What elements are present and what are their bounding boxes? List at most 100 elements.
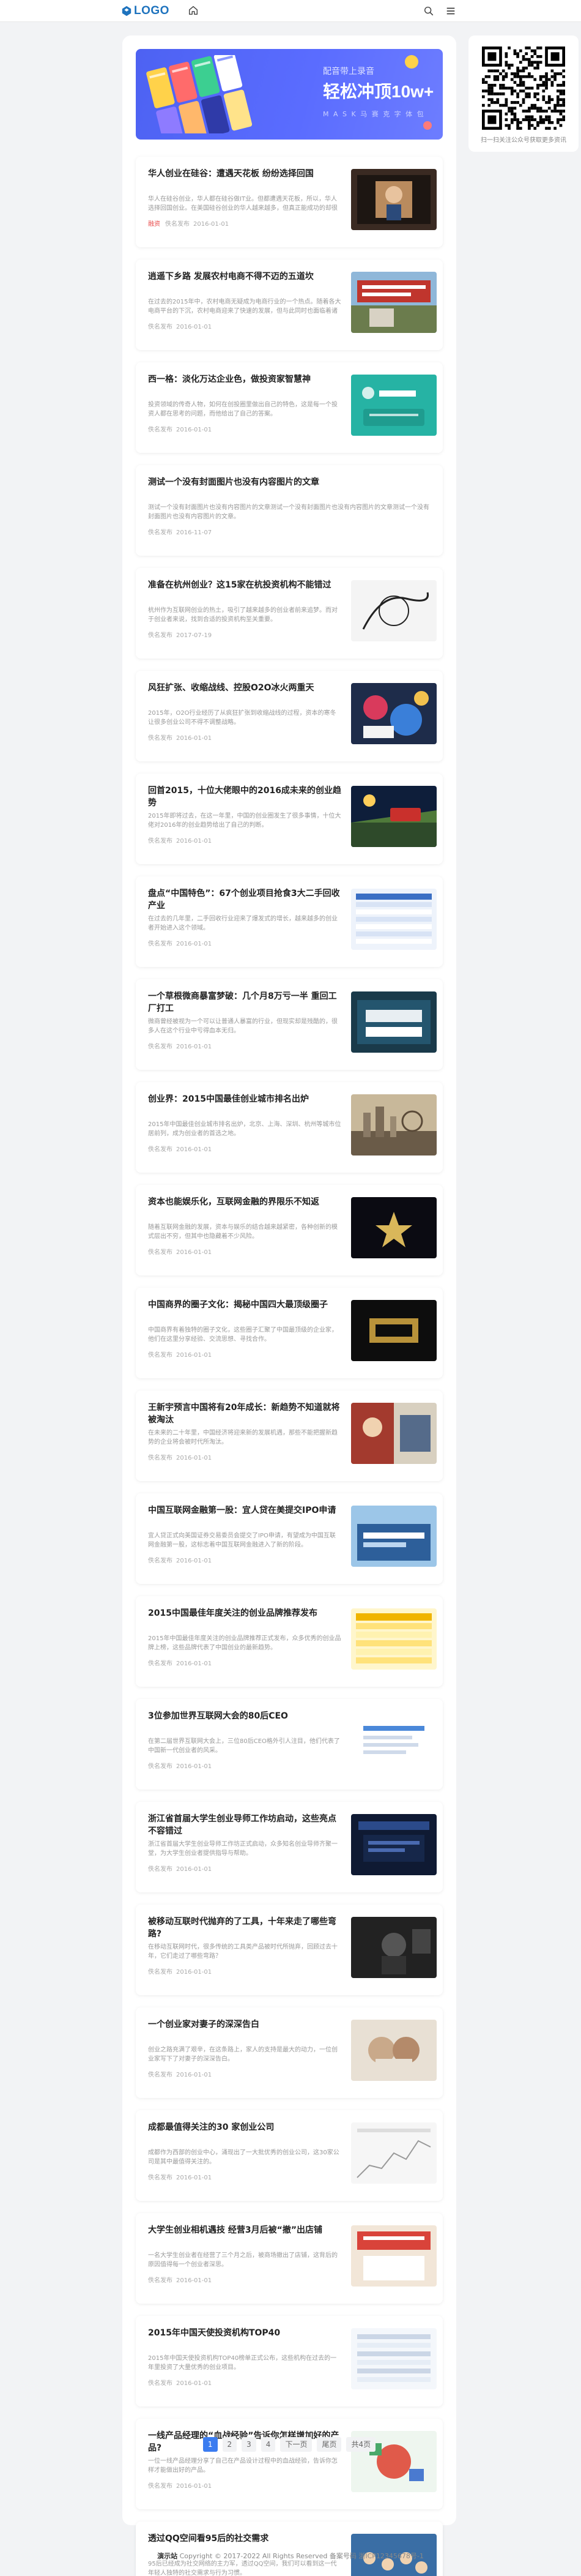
post-title[interactable]: 透过QQ空间看95后的社交需求 [148, 2533, 341, 2545]
post-category[interactable]: 融资 [148, 221, 160, 228]
post-thumbnail[interactable] [351, 1197, 437, 1258]
post-card[interactable]: 华人创业在硅谷：遭遇天花板 纷纷选择回国华人在硅谷创业，华人都在硅谷做IT业。但… [136, 157, 443, 247]
post-excerpt: 一位一线产品经理分享了自己在产品设计过程中的血战经验，告诉你怎样才能做出好的产品… [148, 2458, 338, 2474]
post-thumbnail[interactable] [351, 786, 437, 847]
post-excerpt: 杭州作为互联网创业的热土，吸引了越来越多的创业者前来追梦。而对于创业者来说，找到… [148, 607, 338, 623]
post-card[interactable]: 创业界：2015中国最佳创业城市排名出炉 2015年中国最佳创业城市排名出炉，北京… [136, 1082, 443, 1173]
footer-brand[interactable]: 演示站 [157, 2552, 177, 2560]
post-meta: 佚名发布 2016-01-01 [148, 1249, 341, 1257]
page-link[interactable]: 1 [202, 2437, 218, 2452]
post-card[interactable]: 一个创业家对妻子的深深告白 创业之路充满了艰辛，在这条路上，家人的支持是最大的动力… [136, 2007, 443, 2098]
post-title[interactable]: 3位参加世界互联网大会的80后CEO [148, 1710, 341, 1722]
post-card[interactable]: 王新宇预言中国将有20年成长：新趋势不知道就将被淘汰 在未来的二十年里，中国经济将… [136, 1391, 443, 1481]
page-link[interactable]: 共4页 [346, 2437, 376, 2452]
post-thumbnail[interactable] [351, 2020, 437, 2081]
post-date: 2016-01-01 [176, 735, 212, 742]
post-title[interactable]: 王新宇预言中国将有20年成长：新趋势不知道就将被淘汰 [148, 1402, 341, 1426]
post-title[interactable]: 回首2015，十位大佬眼中的2016成未来的创业趋势 [148, 785, 341, 809]
post-thumbnail[interactable] [351, 2225, 437, 2287]
qr-code-image [482, 47, 565, 130]
page-link[interactable]: 3 [242, 2437, 256, 2452]
post-date: 2016-01-01 [176, 1866, 212, 1873]
post-meta: 佚名发布 2016-01-01 [148, 2071, 341, 2080]
post-card[interactable]: 西一格：淡化万达企业色，做投资家智慧神 投资领域的传奇人物，如何在创投圈里做出自己… [136, 362, 443, 453]
post-card[interactable]: 3位参加世界互联网大会的80后CEO 在第二届世界互联网大会上，三位80后CEO格… [136, 1699, 443, 1790]
post-title[interactable]: 创业界：2015中国最佳创业城市排名出炉 [148, 1093, 341, 1105]
post-thumbnail[interactable] [351, 2122, 437, 2184]
post-date: 2016-01-01 [176, 2175, 212, 2181]
home-icon[interactable] [188, 5, 199, 16]
qr-widget: 扫一扫关注公众号获取更多资讯 [468, 35, 579, 152]
post-title[interactable]: 被移动互联时代抛弃的了工具，十年来走了哪些弯路? [148, 1916, 341, 1940]
post-title[interactable]: 准备在杭州创业？这15家在杭投资机构不能错过 [148, 579, 341, 591]
post-card[interactable]: 中国互联网金融第一股：宜人贷在美提交IPO申请 宜人贷正式向美国证券交易委员会提交… [136, 1493, 443, 1584]
post-author: 佚名发布 [148, 1558, 172, 1564]
post-card[interactable]: 准备在杭州创业？这15家在杭投资机构不能错过杭州作为互联网创业的热土，吸引了越来… [136, 568, 443, 659]
post-card[interactable]: 大学生创业相机遇技 经营3月后被“撤”出店铺 一名大学生创业者在经营了三个月之后，… [136, 2213, 443, 2304]
post-thumbnail[interactable] [351, 1814, 437, 1875]
post-meta: 佚名发布 2016-01-01 [148, 940, 341, 949]
post-title[interactable]: 资本也能娱乐化，互联网金融的界限乐不知返 [148, 1196, 341, 1208]
post-card[interactable]: 一线产品经理的“血战经验”告诉你怎样增加好的产品? 一位一线产品经理分享了自己在产… [136, 2419, 443, 2509]
post-meta: 佚名发布 2016-01-01 [148, 323, 341, 332]
post-card[interactable]: 透过QQ空间看95后的社交需求 95后已经成为社交网络的主力军，透过QQ空间，我们… [136, 2522, 443, 2576]
post-thumbnail[interactable] [351, 1917, 437, 1978]
post-card[interactable]: 资本也能娱乐化，互联网金融的界限乐不知返 随着互联网金融的发展，资本与娱乐的结合越… [136, 1185, 443, 1275]
post-title[interactable]: 风狂扩张、收缩战线、控股O2O冰火两重天 [148, 682, 341, 694]
post-author: 佚名发布 [148, 1352, 172, 1359]
page-link[interactable]: 下一页 [280, 2437, 313, 2452]
logo[interactable]: LOGO [121, 4, 169, 17]
post-thumbnail[interactable] [351, 1094, 437, 1155]
post-thumbnail[interactable] [351, 272, 437, 333]
page-link[interactable]: 4 [261, 2437, 276, 2452]
post-card[interactable]: 被移动互联时代抛弃的了工具，十年来走了哪些弯路? 在移动互联网时代，很多传统的工具… [136, 1905, 443, 1995]
post-card[interactable]: 回首2015，十位大佬眼中的2016成未来的创业趋势 2015年即将过去，在这一年… [136, 774, 443, 864]
post-title[interactable]: 2015年中国天使投资机构TOP40 [148, 2327, 341, 2339]
post-card[interactable]: 盘点“中国特色”：67个创业项目抢食3大二手回收产业 在过去的几年里，二手回收行业… [136, 876, 443, 967]
post-thumbnail[interactable] [351, 683, 437, 744]
search-icon[interactable] [423, 6, 434, 17]
post-card[interactable]: 2015中国最佳年度关注的创业品牌推荐发布 2015年中国最佳年度关注的创业品牌推… [136, 1596, 443, 1687]
post-title[interactable]: 浙江省首届大学生创业导师工作坊启动，这些亮点不容错过 [148, 1813, 341, 1837]
post-title[interactable]: 逍遥下乡路 发展农村电商不得不迈的五道坎 [148, 271, 341, 283]
post-title[interactable]: 西一格：淡化万达企业色，做投资家智慧神 [148, 373, 341, 386]
post-excerpt: 华人在硅谷创业，华人都在硅谷做IT业。但都遭遇天花板，所以，华人选择回国创业。在… [148, 196, 338, 212]
post-title[interactable]: 一个创业家对妻子的深深告白 [148, 2018, 341, 2031]
post-card[interactable]: 2015年中国天使投资机构TOP40 2015年中国天使投资机构TOP40榜单正式… [136, 2316, 443, 2406]
post-thumbnail[interactable] [351, 1403, 437, 1464]
post-card[interactable]: 测试一个没有封面图片也没有内容图片的文章 测试一个没有封面图片也没有内容图片的文章… [136, 465, 443, 556]
page-link[interactable]: 尾页 [317, 2437, 342, 2452]
post-thumbnail[interactable] [351, 991, 437, 1053]
post-thumbnail[interactable] [351, 889, 437, 950]
post-title[interactable]: 盘点“中国特色”：67个创业项目抢食3大二手回收产业 [148, 887, 341, 912]
post-thumbnail[interactable] [351, 580, 437, 641]
post-title[interactable]: 大学生创业相机遇技 经营3月后被“撤”出店铺 [148, 2224, 341, 2236]
post-excerpt: 创业之路充满了艰辛，在这条路上，家人的支持是最大的动力，一位创业家写下了对妻子的… [148, 2047, 338, 2063]
post-thumbnail[interactable] [351, 1506, 437, 1567]
post-thumbnail[interactable] [351, 1608, 437, 1670]
page-link[interactable]: 2 [222, 2437, 237, 2452]
post-card[interactable]: 中国商界的圈子文化：揭秘中国四大最顶级圈子 中国商界有着独特的圈子文化，这些圈子汇… [136, 1288, 443, 1378]
post-thumbnail[interactable] [351, 2328, 437, 2389]
post-title[interactable]: 中国商界的圈子文化：揭秘中国四大最顶级圈子 [148, 1299, 341, 1311]
post-title[interactable]: 2015中国最佳年度关注的创业品牌推荐发布 [148, 1607, 341, 1619]
main-content: 配音带上录音 轻松冲顶10w+ M A S K 马 赛 克 字 体 包 华人创业… [122, 35, 456, 2576]
post-date: 2016-01-01 [176, 1249, 212, 1256]
post-thumbnail[interactable] [351, 169, 437, 230]
post-card[interactable]: 风狂扩张、收缩战线、控股O2O冰火两重天 2015年，O2O行业经历了从疯狂扩张到… [136, 671, 443, 761]
post-card[interactable]: 成都最值得关注的30 家创业公司 成都作为西部的创业中心，涌现出了一大批优秀的创业… [136, 2110, 443, 2201]
post-thumbnail[interactable] [351, 1300, 437, 1361]
post-thumbnail[interactable] [351, 1711, 437, 1772]
post-title[interactable]: 测试一个没有封面图片也没有内容图片的文章 [148, 476, 431, 488]
post-title[interactable]: 成都最值得关注的30 家创业公司 [148, 2121, 341, 2134]
banner[interactable]: 配音带上录音 轻松冲顶10w+ M A S K 马 赛 克 字 体 包 [136, 49, 443, 140]
post-card[interactable]: 逍遥下乡路 发展农村电商不得不迈的五道坎 在过去的2015年中，农村电商无疑成为电… [136, 259, 443, 350]
post-title[interactable]: 中国互联网金融第一股：宜人贷在美提交IPO申请 [148, 1504, 341, 1517]
post-title[interactable]: 华人创业在硅谷：遭遇天花板 纷纷选择回国 [148, 168, 341, 180]
post-card[interactable]: 浙江省首届大学生创业导师工作坊启动，这些亮点不容错过 浙江省首届大学生创业导师工作… [136, 1802, 443, 1892]
post-thumbnail[interactable] [351, 375, 437, 436]
post-title[interactable]: 一个草根微商暴富梦破：几个月8万亏一半 重回工厂打工 [148, 990, 341, 1015]
list-icon[interactable] [445, 6, 456, 17]
post-card[interactable]: 一个草根微商暴富梦破：几个月8万亏一半 重回工厂打工 微商曾经被视为一个可以让普通… [136, 979, 443, 1070]
post-meta: 佚名发布 2016-01-01 [148, 2482, 341, 2491]
